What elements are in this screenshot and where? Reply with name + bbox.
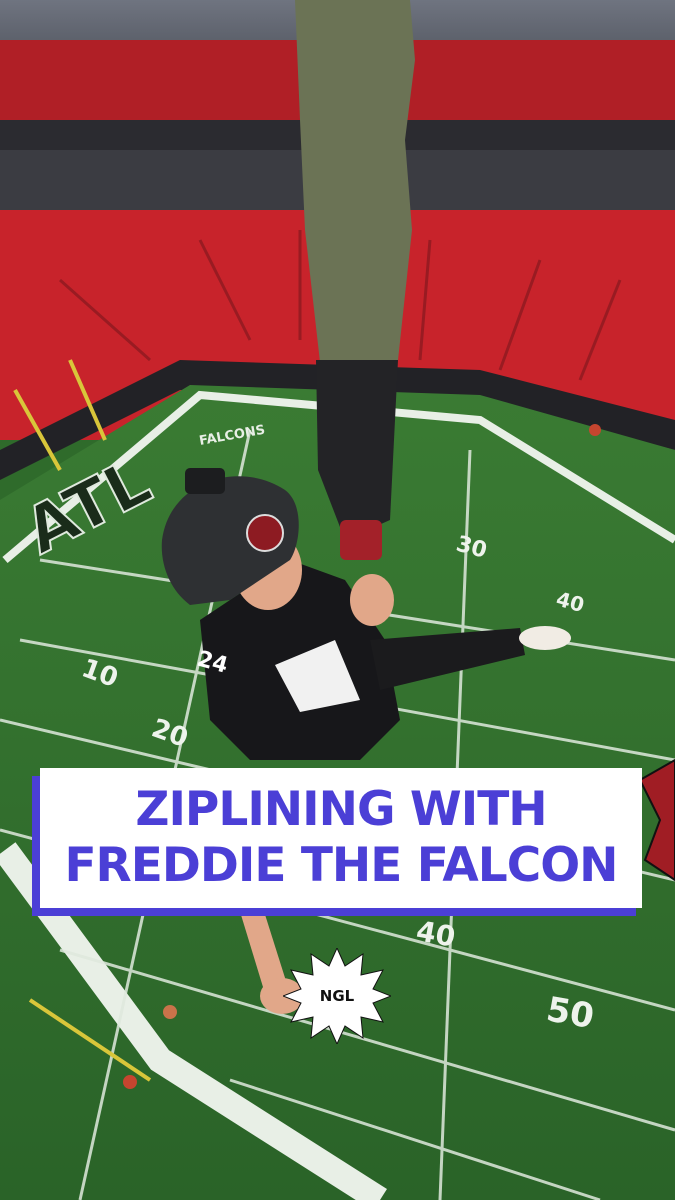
caption-line-2: FREDDIE THE FALCON [64, 838, 618, 893]
video-frame: ATL FALCONS 10 20 30 40 50 40 24 ZIPLINI… [0, 0, 675, 1200]
field-figure [163, 1005, 177, 1019]
yard-number-50: 50 [543, 989, 597, 1037]
yard-number-40: 40 [414, 914, 458, 953]
rider-shoe [519, 626, 571, 650]
helmet-sticker [246, 514, 284, 552]
caption-line-1: ZIPLINING WITH [135, 782, 547, 837]
rider-hand [350, 574, 394, 626]
field-figure [123, 1075, 137, 1089]
badge-label: NGL [319, 987, 355, 1005]
helmet-camera-mount [185, 468, 225, 494]
field-figure [589, 424, 601, 436]
caption-card: ZIPLINING WITH FREDDIE THE FALCON [40, 768, 642, 908]
harness-clip [340, 520, 382, 560]
